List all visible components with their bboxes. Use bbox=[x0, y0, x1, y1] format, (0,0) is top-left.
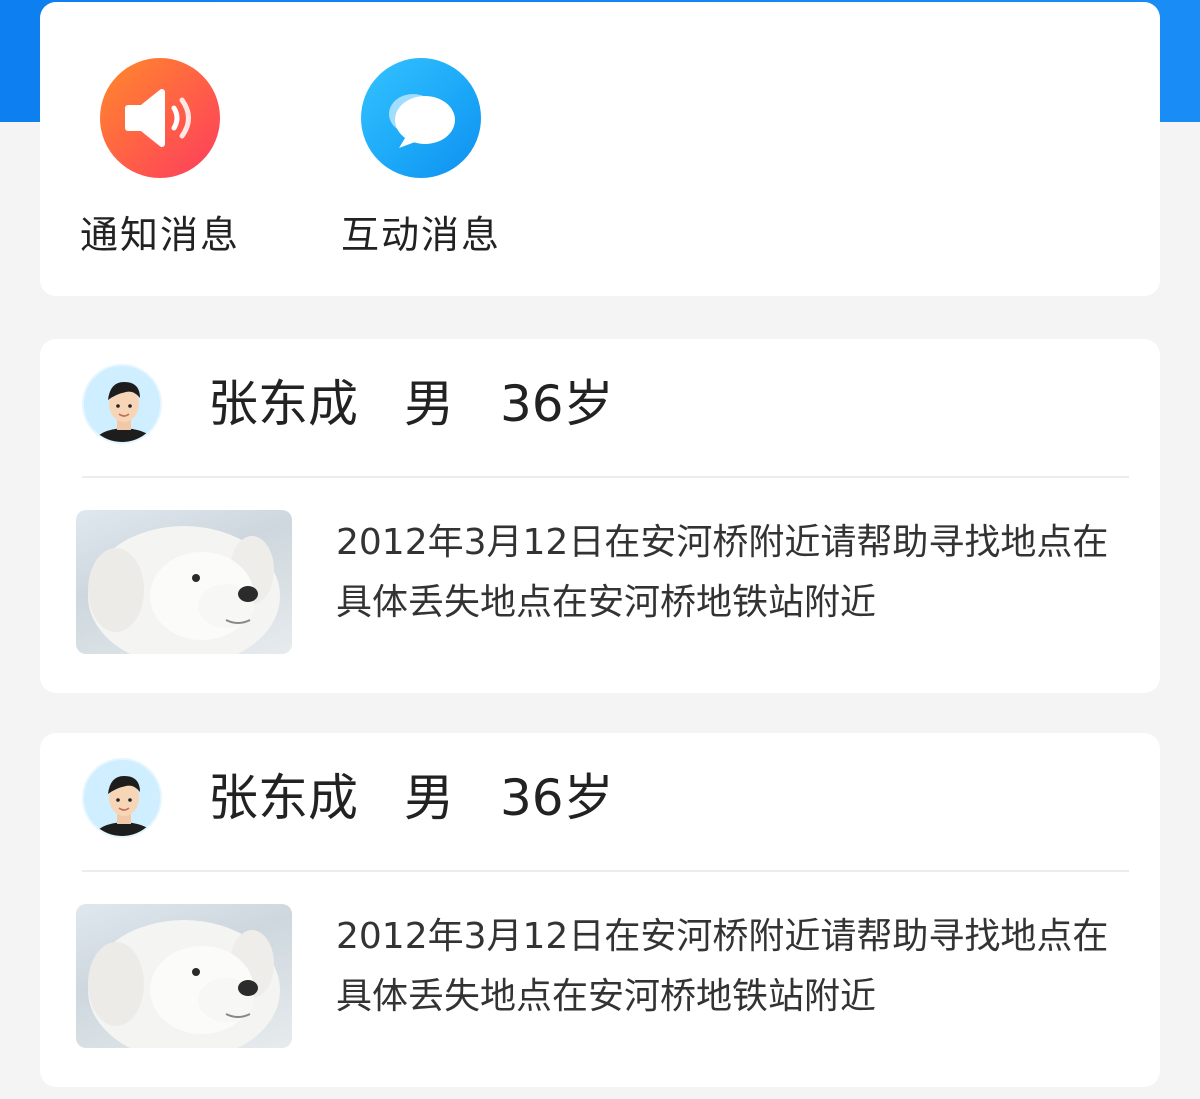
divider bbox=[82, 870, 1129, 872]
post-description: 2012年3月12日在安河桥附近请帮助寻找地点在具体丢失地点在安河桥地铁站附近 bbox=[336, 522, 1109, 623]
interaction-messages-label: 互动消息 bbox=[340, 213, 501, 257]
avatar[interactable] bbox=[82, 758, 162, 838]
chat-bubbles-icon bbox=[361, 58, 481, 178]
user-gender: 男 bbox=[404, 375, 454, 433]
user-age: 36岁 bbox=[500, 375, 614, 433]
avatar[interactable] bbox=[82, 364, 162, 444]
lost-pet-post[interactable]: 张东成 男 36岁 2012年3月12日在安河桥附近请帮助寻找地点在具体丢失地点… bbox=[40, 733, 1160, 1087]
post-author: 张东成 男 36岁 bbox=[82, 758, 614, 838]
user-age: 36岁 bbox=[500, 769, 614, 827]
dog-photo[interactable] bbox=[76, 510, 292, 654]
notification-messages-label: 通知消息 bbox=[79, 213, 240, 257]
user-name: 张东成 bbox=[208, 769, 358, 827]
notification-messages-button[interactable]: 通知消息 bbox=[60, 58, 260, 258]
lost-pet-post[interactable]: 张东成 男 36岁 2012年3月12日在安河桥附近请帮助寻找地点在具体丢失地点… bbox=[40, 339, 1160, 693]
user-name: 张东成 bbox=[208, 375, 358, 433]
post-description: 2012年3月12日在安河桥附近请帮助寻找地点在具体丢失地点在安河桥地铁站附近 bbox=[336, 916, 1109, 1017]
user-gender: 男 bbox=[404, 769, 454, 827]
speaker-icon bbox=[100, 58, 220, 178]
post-author: 张东成 男 36岁 bbox=[82, 364, 614, 444]
divider bbox=[82, 476, 1129, 478]
interaction-messages-button[interactable]: 互动消息 bbox=[321, 58, 521, 258]
message-shortcuts-card: 通知消息 互动消息 bbox=[40, 2, 1160, 296]
dog-photo[interactable] bbox=[76, 904, 292, 1048]
